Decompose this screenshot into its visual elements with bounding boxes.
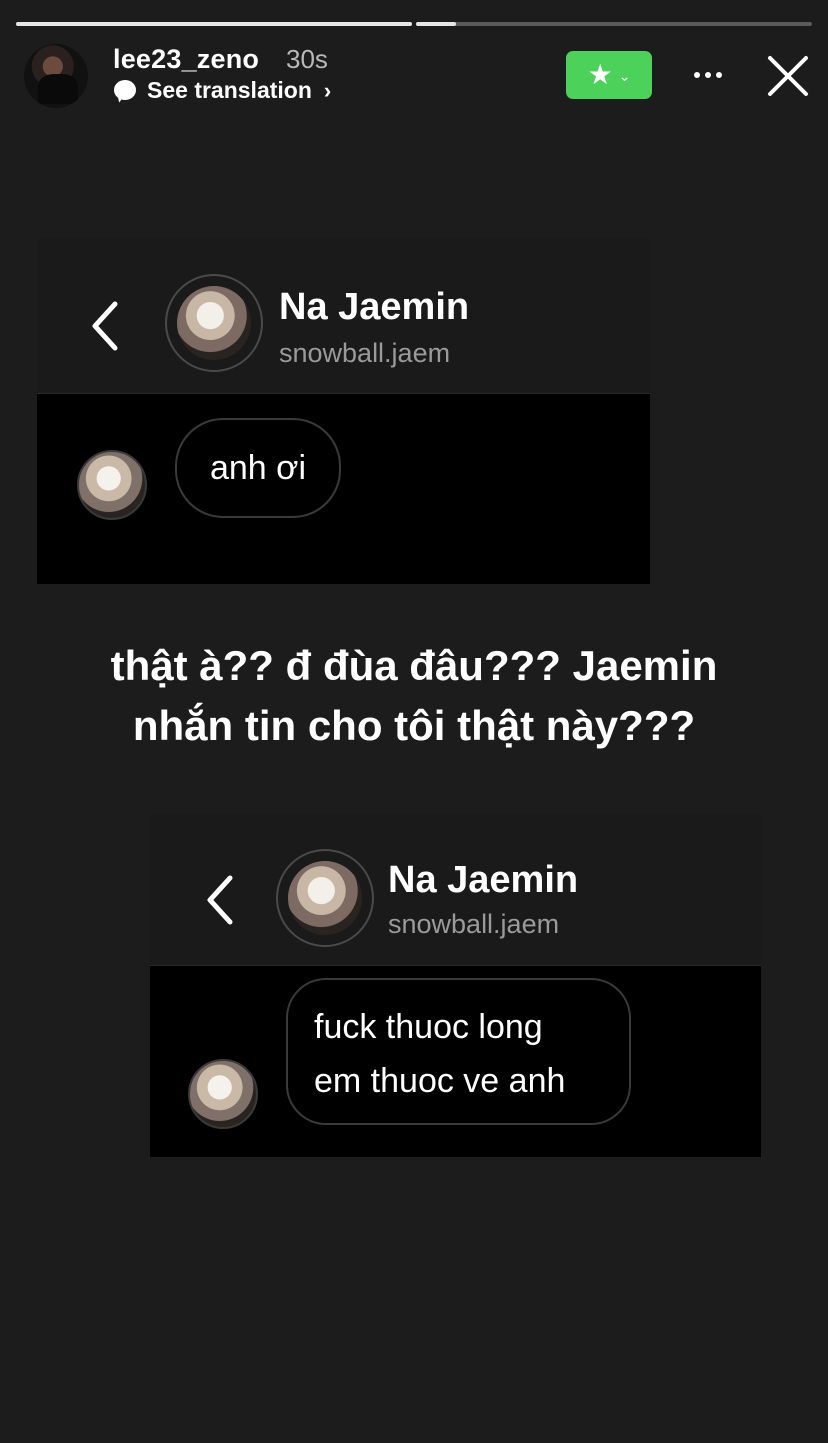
story-progress-segment [16,22,412,26]
close-button[interactable] [764,52,812,100]
progress-fill [16,22,412,26]
dm-header: Na Jaemin snowball.jaem [150,815,761,966]
more-options-button[interactable] [688,58,728,92]
dm-contact-name: Na Jaemin [388,859,579,901]
chevron-down-icon: ⌄ [618,68,631,84]
dm-contact-handle: snowball.jaem [279,338,451,368]
see-translation-label: See translation [147,77,312,103]
dm-header: Na Jaemin snowball.jaem [37,238,650,394]
caption-line: thật à?? đ đùa đâu??? Jaemin [110,642,718,689]
close-icon [768,56,808,96]
close-friends-button[interactable]: ★ ⌄ [566,51,652,99]
message-text-line: em thuoc ve anh [314,1062,566,1100]
chevron-right-icon: › [323,77,332,103]
profile-avatar[interactable] [24,44,88,108]
back-chevron-icon [207,875,233,925]
progress-fill [416,22,456,26]
username[interactable]: lee23_zeno [113,44,259,75]
dm-contact-handle: snowball.jaem [388,909,560,939]
message-avatar [188,1059,258,1129]
dot [705,72,711,78]
dm-avatar [177,286,251,360]
dm-avatar [288,861,362,935]
dot [694,72,700,78]
story-caption: thật à?? đ đùa đâu??? Jaemin nhắn tin ch… [20,636,808,756]
star-icon: ★ [587,59,613,90]
dot [716,72,722,78]
story-progress-segment [416,22,812,26]
message-avatar [77,450,147,520]
back-chevron-icon [92,301,118,351]
dm-screenshot: Na Jaemin snowball.jaem anh ơi [37,238,650,584]
see-translation-link[interactable]: See translation › [113,77,331,104]
message-bubble: fuck thuoc long em thuoc ve anh [286,978,631,1125]
dm-contact-name: Na Jaemin [279,286,470,328]
message-text-line: fuck thuoc long [314,1008,543,1046]
speech-bubble-icon [113,79,137,103]
dm-screenshot: Na Jaemin snowball.jaem fuck thuoc long … [150,815,761,1157]
message-text: anh ơi [209,448,307,487]
post-time: 30s [286,44,328,74]
caption-line: nhắn tin cho tôi thật này??? [132,702,696,749]
message-bubble: anh ơi [175,418,341,518]
